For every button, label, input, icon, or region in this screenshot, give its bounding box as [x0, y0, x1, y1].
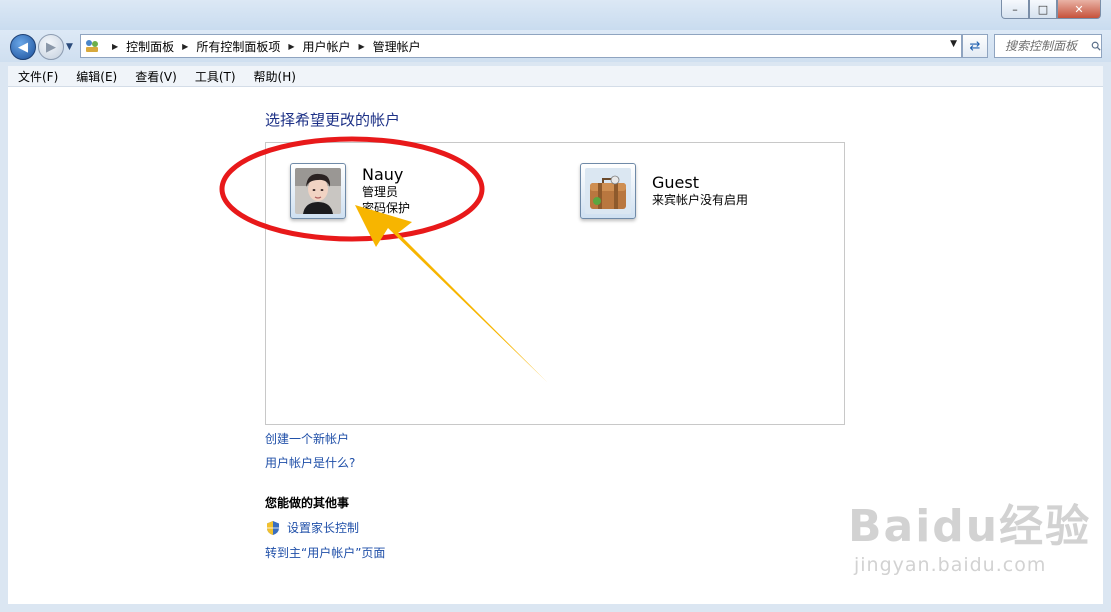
what-is-user-account-link[interactable]: 用户帐户是什么?: [265, 454, 355, 471]
account-tile-guest[interactable]: Guest 来宾帐户没有启用: [580, 163, 748, 219]
uac-shield-icon: [267, 520, 279, 535]
arrow-left-icon: ◀: [18, 39, 28, 55]
window-titlebar: – □ ✕: [0, 0, 1111, 30]
minimize-button[interactable]: –: [1001, 0, 1029, 19]
menu-file[interactable]: 文件(F): [8, 68, 66, 85]
account-info: Nauy 管理员 密码保护: [362, 163, 410, 219]
arrow-right-icon: ▶: [46, 39, 56, 55]
breadcrumb-separator[interactable]: ▶: [288, 42, 294, 51]
control-panel-icon: [84, 38, 100, 54]
parental-controls-link[interactable]: 设置家长控制: [265, 519, 359, 536]
maximize-button[interactable]: □: [1029, 0, 1057, 19]
main-user-accounts-link[interactable]: 转到主“用户帐户”页面: [265, 544, 385, 561]
account-name: Guest: [652, 173, 699, 192]
close-button[interactable]: ✕: [1057, 0, 1101, 19]
account-type: 管理员: [362, 185, 399, 199]
account-status: 密码保护: [362, 201, 411, 215]
breadcrumb-item[interactable]: 用户帐户: [303, 38, 351, 55]
breadcrumb-separator[interactable]: ▶: [182, 42, 188, 51]
navigation-bar: ◀ ▶ ▼ ▶ 控制面板 ▶ 所有控制面板项 ▶ 用户帐户 ▶ 管理帐户 ▼ ⇄: [0, 30, 1111, 62]
recent-pages-dropdown[interactable]: ▼: [66, 42, 73, 52]
create-account-link[interactable]: 创建一个新帐户: [265, 430, 349, 447]
baidu-watermark: Baidu经验 jingyan.baidu.com: [848, 490, 1091, 576]
address-bar[interactable]: ▶ 控制面板 ▶ 所有控制面板项 ▶ 用户帐户 ▶ 管理帐户 ▼: [80, 34, 962, 58]
search-box[interactable]: [994, 34, 1102, 58]
refresh-button[interactable]: ⇄: [962, 34, 988, 58]
avatar[interactable]: [290, 163, 346, 219]
suitcase-icon: [585, 168, 631, 214]
search-input[interactable]: [1003, 38, 1091, 54]
account-info: Guest 来宾帐户没有启用: [652, 163, 748, 219]
breadcrumb-item[interactable]: 所有控制面板项: [196, 38, 280, 55]
menu-help[interactable]: 帮助(H): [244, 68, 304, 85]
watermark-brand: Baidu经验: [848, 501, 1092, 552]
menu-edit[interactable]: 编辑(E): [66, 68, 125, 85]
parental-controls-label: 设置家长控制: [287, 521, 360, 535]
breadcrumb-separator[interactable]: ▶: [359, 42, 365, 51]
watermark-url: jingyan.baidu.com: [854, 554, 1047, 576]
breadcrumb-label: 控制面板: [126, 39, 175, 54]
avatar[interactable]: [580, 163, 636, 219]
menu-bar: 文件(F) 编辑(E) 查看(V) 工具(T) 帮助(H): [8, 66, 1103, 87]
search-icon[interactable]: [1091, 40, 1101, 52]
forward-button[interactable]: ▶: [38, 34, 64, 60]
breadcrumb-label: 所有控制面板项: [196, 39, 281, 54]
breadcrumb-label: 管理帐户: [372, 39, 421, 54]
account-status: 来宾帐户没有启用: [652, 193, 749, 207]
account-name: Nauy: [362, 165, 404, 184]
main-user-accounts-label: 转到主“用户帐户”页面: [265, 546, 386, 560]
address-history-dropdown[interactable]: ▼: [950, 39, 957, 49]
accounts-panel: Nauy 管理员 密码保护 Guest 来宾帐户没有启用: [265, 142, 845, 425]
breadcrumb-item[interactable]: 控制面板: [126, 38, 174, 55]
other-tasks-heading: 您能做的其他事: [265, 496, 350, 510]
menu-view[interactable]: 查看(V): [125, 68, 185, 85]
breadcrumb-root-separator[interactable]: ▶: [112, 42, 118, 51]
menu-tools[interactable]: 工具(T): [185, 68, 244, 85]
user-photo-icon: [295, 168, 341, 214]
account-tile-nauy[interactable]: Nauy 管理员 密码保护: [290, 163, 410, 219]
breadcrumb-label: 用户帐户: [302, 39, 351, 54]
window-controls: – □ ✕: [1001, 0, 1101, 19]
refresh-icon: ⇄: [969, 38, 981, 54]
breadcrumb-item[interactable]: 管理帐户: [373, 38, 421, 55]
page-title: 选择希望更改的帐户: [265, 111, 401, 129]
back-button[interactable]: ◀: [10, 34, 36, 60]
